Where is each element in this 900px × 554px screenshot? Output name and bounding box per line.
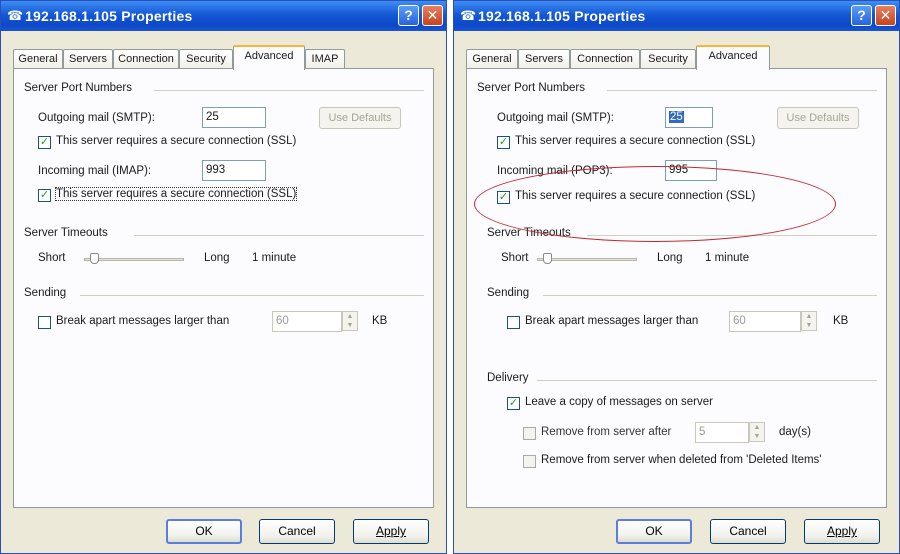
outgoing-port-value: 25 bbox=[669, 111, 684, 123]
break-apart-checkbox[interactable] bbox=[507, 316, 520, 329]
break-apart-label: Break apart messages larger than bbox=[56, 315, 230, 327]
tab-security[interactable]: Security bbox=[179, 49, 233, 69]
timeout-slider-track[interactable] bbox=[537, 258, 637, 261]
title-bar[interactable]: ☎ 192.168.1.105 Properties ? ✕ bbox=[1, 1, 446, 31]
ok-button[interactable]: OK bbox=[616, 519, 692, 544]
ssl-incoming-checkbox[interactable]: ✓ bbox=[38, 189, 51, 202]
apply-button[interactable]: Apply bbox=[353, 519, 429, 544]
tab-advanced[interactable]: Advanced bbox=[696, 45, 770, 70]
group-divider bbox=[134, 235, 424, 236]
help-button[interactable]: ? bbox=[398, 5, 419, 26]
remove-after-checkbox[interactable] bbox=[523, 427, 536, 440]
cancel-button[interactable]: Cancel bbox=[259, 519, 335, 544]
properties-dialog-pop3: ☎ 192.168.1.105 Properties ? ✕ General S… bbox=[453, 0, 900, 554]
outgoing-port-input[interactable]: 25 bbox=[665, 107, 713, 128]
use-defaults-button[interactable]: Use Defaults bbox=[777, 107, 859, 129]
tab-security[interactable]: Security bbox=[640, 49, 696, 69]
tab-imap[interactable]: IMAP bbox=[305, 49, 345, 69]
group-divider bbox=[587, 235, 877, 236]
long-label: Long bbox=[204, 252, 230, 264]
break-apart-checkbox[interactable] bbox=[38, 316, 51, 329]
timeout-value: 1 minute bbox=[252, 252, 297, 264]
advanced-panel: Server Port Numbers Outgoing mail (SMTP)… bbox=[13, 68, 434, 508]
long-label: Long bbox=[657, 252, 683, 264]
tab-general[interactable]: General bbox=[13, 49, 63, 69]
timeout-slider-thumb[interactable] bbox=[90, 253, 99, 264]
advanced-panel: Server Port Numbers Outgoing mail (SMTP)… bbox=[466, 68, 887, 508]
sending-group-label: Sending bbox=[487, 287, 530, 299]
break-apart-spinner[interactable]: ▲ ▼ bbox=[342, 311, 358, 331]
timeout-slider-track[interactable] bbox=[84, 258, 184, 261]
timeout-slider-thumb[interactable] bbox=[543, 253, 552, 264]
timeouts-group-label: Server Timeouts bbox=[24, 227, 108, 239]
group-divider bbox=[543, 295, 877, 296]
ssl-outgoing-label: This server requires a secure connection… bbox=[515, 135, 756, 147]
group-divider bbox=[607, 90, 877, 91]
short-label: Short bbox=[38, 252, 66, 264]
apply-label: Apply bbox=[375, 524, 407, 538]
outgoing-mail-label: Outgoing mail (SMTP): bbox=[497, 112, 614, 124]
outgoing-mail-label: Outgoing mail (SMTP): bbox=[38, 112, 155, 124]
tab-servers[interactable]: Servers bbox=[63, 49, 113, 69]
incoming-port-input[interactable]: 995 bbox=[665, 160, 717, 181]
remove-deleted-label: Remove from server when deleted from 'De… bbox=[541, 454, 822, 466]
days-label: day(s) bbox=[779, 426, 811, 438]
remove-after-label: Remove from server after bbox=[541, 426, 672, 438]
window-title: 192.168.1.105 Properties bbox=[25, 8, 193, 24]
ssl-outgoing-label: This server requires a secure connection… bbox=[56, 135, 297, 147]
leave-copy-checkbox[interactable]: ✓ bbox=[507, 397, 520, 410]
ssl-outgoing-checkbox[interactable]: ✓ bbox=[497, 136, 510, 149]
help-button[interactable]: ? bbox=[851, 5, 872, 26]
tab-connection[interactable]: Connection bbox=[570, 49, 640, 69]
properties-dialog-imap: ☎ 192.168.1.105 Properties ? ✕ General S… bbox=[0, 0, 447, 554]
ssl-incoming-checkbox[interactable]: ✓ bbox=[497, 191, 510, 204]
cancel-button[interactable]: Cancel bbox=[710, 519, 786, 544]
short-label: Short bbox=[501, 252, 529, 264]
network-icon: ☎ bbox=[7, 8, 24, 23]
group-divider bbox=[80, 295, 424, 296]
close-button[interactable]: ✕ bbox=[875, 5, 896, 26]
apply-button[interactable]: Apply bbox=[804, 519, 880, 544]
break-apart-label: Break apart messages larger than bbox=[525, 315, 699, 327]
group-divider bbox=[154, 90, 424, 91]
ok-button[interactable]: OK bbox=[166, 519, 242, 544]
timeouts-group-label: Server Timeouts bbox=[487, 227, 571, 239]
leave-copy-label: Leave a copy of messages on server bbox=[525, 396, 713, 408]
close-button[interactable]: ✕ bbox=[422, 5, 443, 26]
break-apart-size-input[interactable]: 60 bbox=[729, 311, 801, 332]
kb-label: KB bbox=[372, 315, 388, 327]
incoming-port-input[interactable]: 993 bbox=[202, 160, 266, 181]
remove-after-spinner[interactable]: ▲ ▼ bbox=[749, 422, 765, 442]
break-apart-size-input[interactable]: 60 bbox=[272, 311, 342, 332]
tab-connection[interactable]: Connection bbox=[113, 49, 179, 69]
ssl-outgoing-checkbox[interactable]: ✓ bbox=[38, 136, 51, 149]
kb-label: KB bbox=[833, 315, 849, 327]
network-icon: ☎ bbox=[460, 8, 477, 23]
tab-advanced[interactable]: Advanced bbox=[233, 45, 305, 70]
window-title: 192.168.1.105 Properties bbox=[478, 8, 646, 24]
ssl-incoming-label: This server requires a secure connection… bbox=[515, 190, 756, 202]
incoming-mail-label: Incoming mail (IMAP): bbox=[38, 165, 152, 177]
group-divider bbox=[537, 380, 877, 381]
timeout-value: 1 minute bbox=[705, 252, 750, 264]
ssl-incoming-label: This server requires a secure connection… bbox=[54, 187, 298, 201]
apply-label: Apply bbox=[826, 524, 858, 538]
break-apart-spinner[interactable]: ▲ ▼ bbox=[801, 311, 817, 331]
remove-after-days-input[interactable]: 5 bbox=[695, 422, 749, 443]
server-ports-group-label: Server Port Numbers bbox=[24, 82, 133, 94]
incoming-mail-label: Incoming mail (POP3): bbox=[497, 165, 613, 177]
remove-deleted-checkbox[interactable] bbox=[523, 455, 536, 468]
delivery-group-label: Delivery bbox=[487, 372, 529, 384]
server-ports-group-label: Server Port Numbers bbox=[477, 82, 586, 94]
outgoing-port-input[interactable]: 25 bbox=[202, 107, 266, 128]
tab-servers[interactable]: Servers bbox=[518, 49, 570, 69]
use-defaults-button[interactable]: Use Defaults bbox=[319, 107, 401, 129]
sending-group-label: Sending bbox=[24, 287, 67, 299]
tab-general[interactable]: General bbox=[466, 49, 518, 69]
title-bar[interactable]: ☎ 192.168.1.105 Properties ? ✕ bbox=[454, 1, 899, 31]
